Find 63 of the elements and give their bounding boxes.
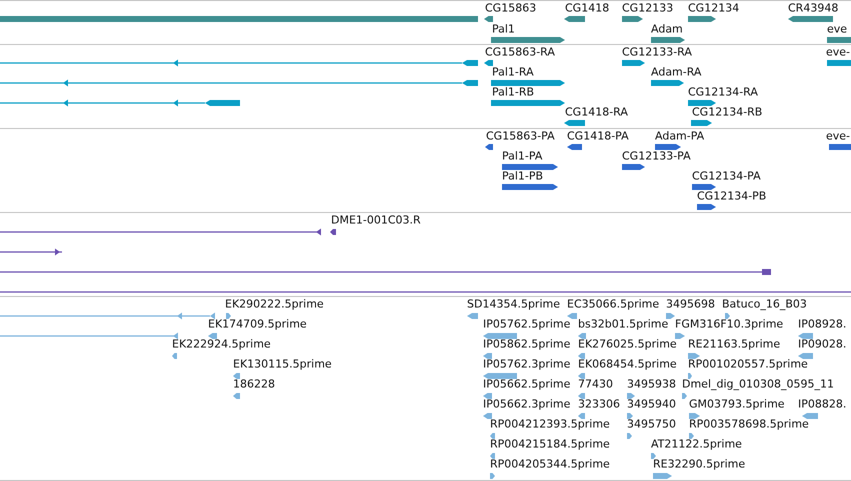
feature-label: CG12134 [688, 2, 740, 14]
feature-label: Pal1-RB [492, 86, 534, 98]
feature-label: eve- [826, 46, 850, 58]
feature-label: RP001020557.5prime [688, 358, 808, 370]
feature-label: IP05662.3prime [483, 398, 570, 410]
feature-label: CG1418-PA [567, 130, 629, 142]
feature-label: Adam [651, 22, 683, 36]
feature-label: 3495750 [627, 418, 676, 430]
feature-label: EK222924.5prime [172, 338, 271, 350]
feature-label: EC35066.5prime [567, 298, 660, 310]
feature-label: eve- [826, 130, 850, 142]
feature-label: GM03793.5prime [689, 398, 785, 410]
feature-label: EK130115.5prime [233, 358, 332, 370]
feature-label: 186228 [233, 378, 275, 390]
feature-label: Pal1-RA [492, 66, 534, 78]
feature-label: CG12134-RB [692, 106, 762, 118]
feature-label: 323306 [578, 398, 620, 410]
feature-label: RP004215184.5prime [490, 438, 610, 450]
feature-label: CG1418 [565, 2, 610, 14]
feature-label: 3495940 [627, 398, 676, 410]
feature-label: Dmel_dig_010308_0595_11 [682, 378, 834, 390]
feature-label: eve [827, 22, 848, 36]
feature-label: Batuco_16_B03 [722, 298, 807, 310]
feature-label: RP004205344.5prime [490, 458, 610, 470]
feature-label: RE21163.5prime [688, 338, 780, 350]
feature-label: EK068454.5prime [578, 358, 677, 370]
feature-label: RE32290.5prime [653, 458, 746, 470]
feature-label: bs32b01.5prime [578, 318, 668, 330]
feature-label: CG12134-RA [688, 86, 758, 98]
feature-label: Pal1-PB [502, 170, 544, 182]
feature-label: IP05662.5prime [483, 378, 570, 390]
feature-label: 3495698 [666, 298, 715, 310]
feature-label: Adam-PA [655, 130, 704, 142]
feature-label: CG12133 [622, 2, 674, 14]
feature-label: EK276025.5prime [578, 338, 677, 350]
feature-label: IP05762.5prime [483, 318, 570, 330]
feature-label: CG15863 [485, 2, 536, 14]
feature-label: 77430 [578, 378, 613, 390]
feature-label: CG1418-RA [565, 106, 628, 118]
feature-label: CG12133-PA [622, 150, 691, 162]
feature-label: Adam-RA [651, 66, 702, 78]
feature-label: RP004212393.5prime [490, 418, 610, 430]
feature-label: CG15863-RA [485, 46, 555, 58]
feature-label: CG12134-PB [697, 190, 766, 202]
feature-label: CG15863-PA [486, 130, 555, 142]
feature-label: Pal1 [492, 22, 515, 36]
feature-label: IP09028. [798, 338, 846, 350]
feature-label: RP003578698.5prime [689, 418, 809, 430]
feature-label: FGM316F10.3prime [675, 318, 784, 330]
feature-label: IP05862.5prime [483, 338, 570, 350]
feature-label: EK290222.5prime [225, 298, 324, 310]
feature-label: DME1-001C03.R [331, 214, 421, 226]
feature-label: IP08828. [798, 398, 846, 410]
feature-label: 3495938 [627, 378, 676, 390]
feature-label: IP05762.3prime [483, 358, 570, 370]
feature-label: SD14354.5prime [467, 298, 560, 310]
feature-label: EK174709.5prime [208, 318, 307, 330]
feature-label: CG12134-PA [692, 170, 761, 182]
feature-label: AT21122.5prime [651, 438, 742, 450]
feature-label: CG12133-RA [622, 46, 692, 58]
feature-label: IP08928. [798, 318, 846, 330]
feature-label: Pal1-PA [502, 150, 542, 162]
feature-label: CR43948 [788, 2, 838, 14]
